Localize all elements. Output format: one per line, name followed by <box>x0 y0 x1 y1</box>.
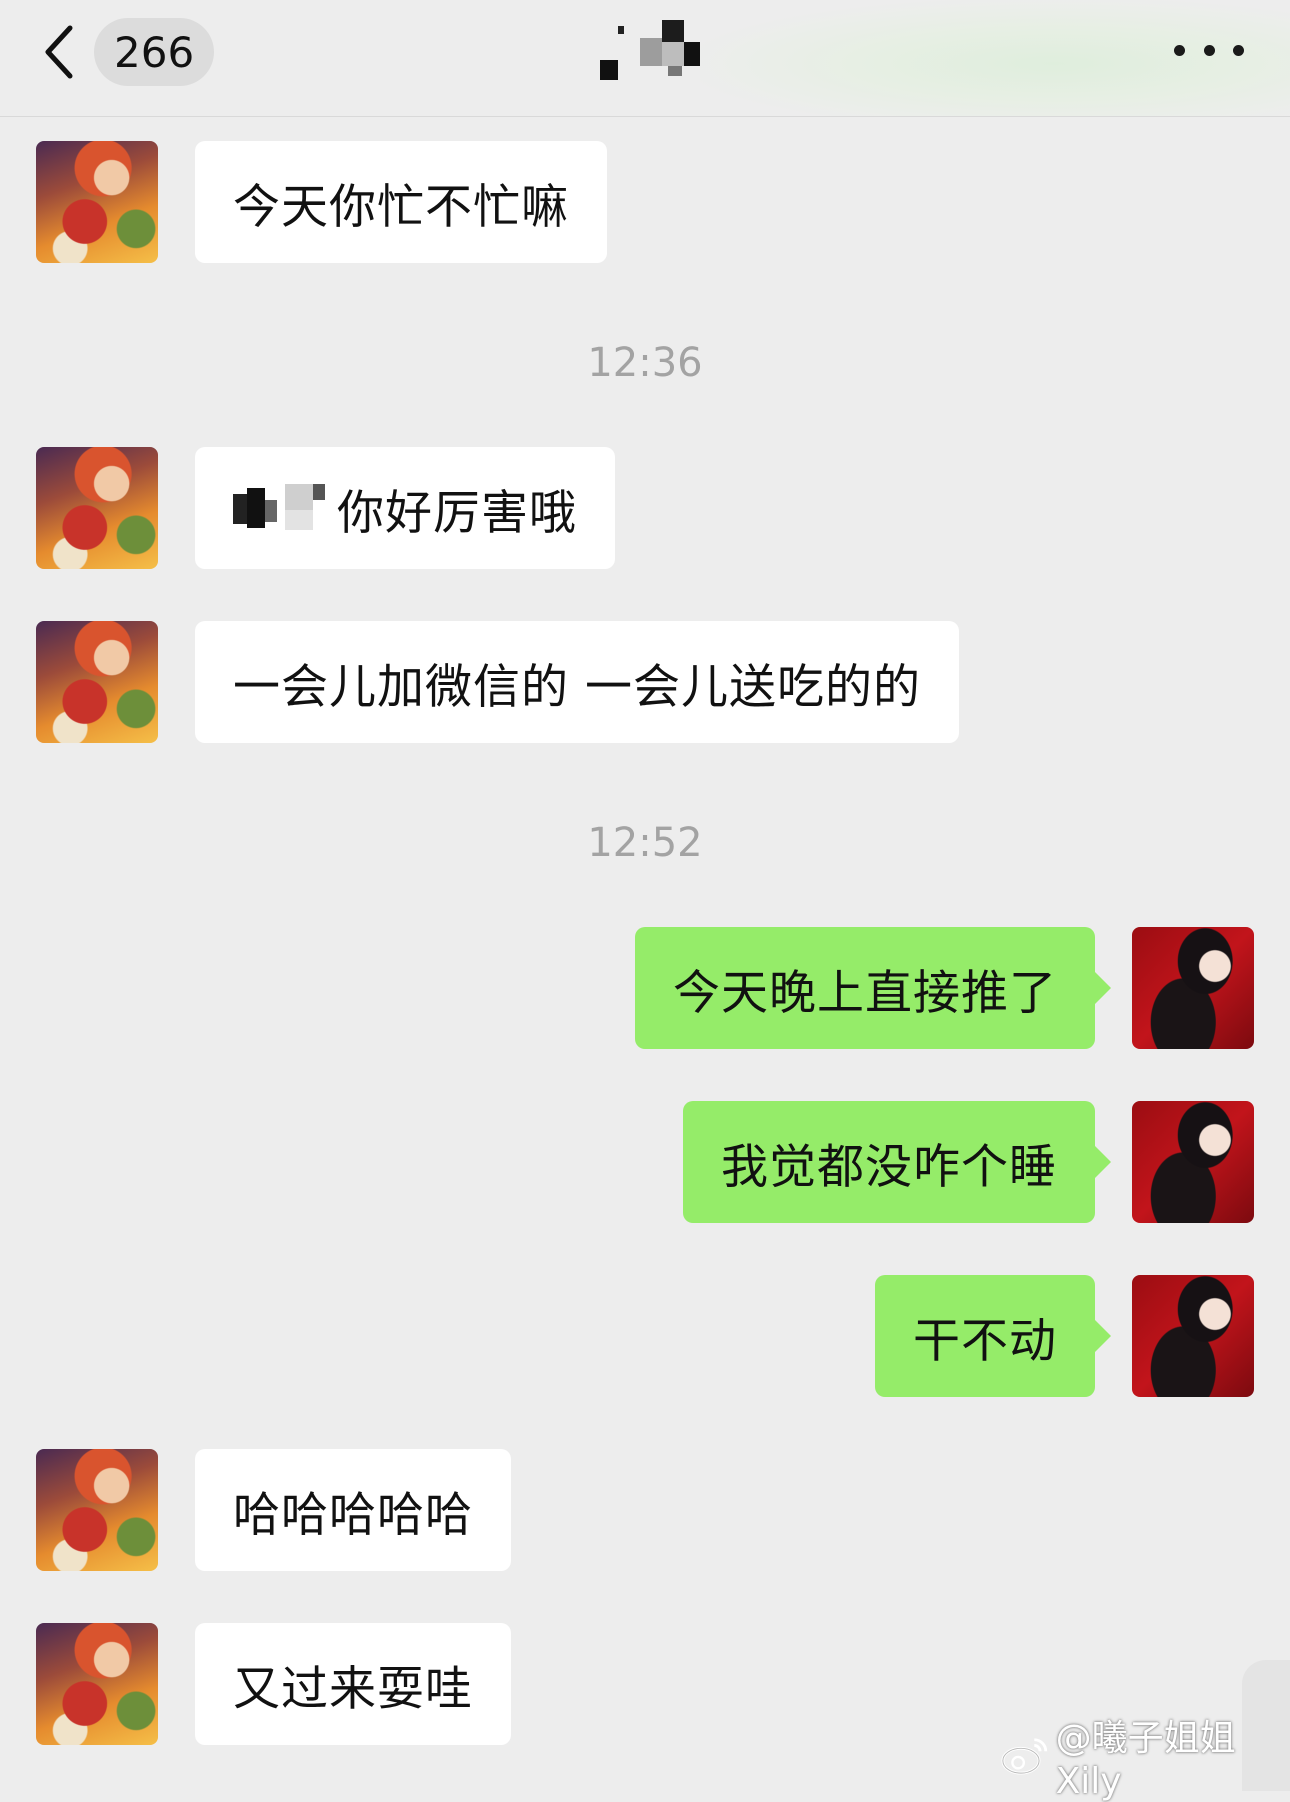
message-text: 我觉都没咋个睡 <box>721 1139 1057 1195</box>
message-text: 干不动 <box>913 1313 1057 1369</box>
contact-avatar[interactable] <box>36 141 158 263</box>
watermark: @曦子姐姐Xily <box>1000 1718 1290 1802</box>
chevron-left-icon <box>45 25 73 79</box>
chat-header: 266 <box>0 0 1290 117</box>
my-avatar[interactable] <box>1132 927 1254 1049</box>
redacted-name-mosaic <box>233 480 333 536</box>
message-bubble-incoming[interactable]: 今天你忙不忙嘛 <box>195 141 607 263</box>
watermark-text: @曦子姐姐Xily <box>1055 1717 1236 1802</box>
message-bubble-incoming[interactable]: 又过来耍哇 <box>195 1623 511 1745</box>
message-bubble-incoming[interactable]: 你好厉害哦 <box>195 447 615 569</box>
message-bubble-outgoing[interactable]: 今天晚上直接推了 <box>635 927 1111 1049</box>
dot <box>1203 44 1215 56</box>
contact-avatar[interactable] <box>36 621 158 743</box>
message-text: 哈哈哈哈哈 <box>233 1487 473 1543</box>
message-bubble-outgoing[interactable]: 干不动 <box>875 1275 1111 1397</box>
more-options-button[interactable] <box>1174 28 1244 72</box>
dot <box>1174 44 1185 56</box>
message-bubble-incoming[interactable]: 哈哈哈哈哈 <box>195 1449 511 1571</box>
unread-count-badge: 266 <box>94 18 215 86</box>
message-text: 今天晚上直接推了 <box>673 965 1057 1021</box>
my-avatar[interactable] <box>1132 1275 1254 1397</box>
timestamp: 12:36 <box>587 340 703 386</box>
contact-avatar[interactable] <box>36 1623 158 1745</box>
message-text: 今天你忙不忙嘛 <box>233 179 569 235</box>
contact-avatar[interactable] <box>36 447 158 569</box>
message-bubble-incoming[interactable]: 一会儿加微信的 一会儿送吃的的 <box>195 621 959 743</box>
message-bubble-outgoing[interactable]: 我觉都没咋个睡 <box>683 1101 1111 1223</box>
my-avatar[interactable] <box>1132 1101 1254 1223</box>
timestamp: 12:52 <box>587 820 703 866</box>
message-text: 又过来耍哇 <box>233 1661 473 1717</box>
weibo-logo-icon <box>1001 1738 1048 1775</box>
message-text: 你好厉害哦 <box>337 485 577 541</box>
chat-title-redacted <box>598 20 708 84</box>
message-text: 一会儿加微信的 一会儿送吃的的 <box>233 659 921 715</box>
dot <box>1233 44 1244 56</box>
contact-avatar[interactable] <box>36 1449 158 1571</box>
back-button[interactable]: 266 <box>40 18 220 86</box>
